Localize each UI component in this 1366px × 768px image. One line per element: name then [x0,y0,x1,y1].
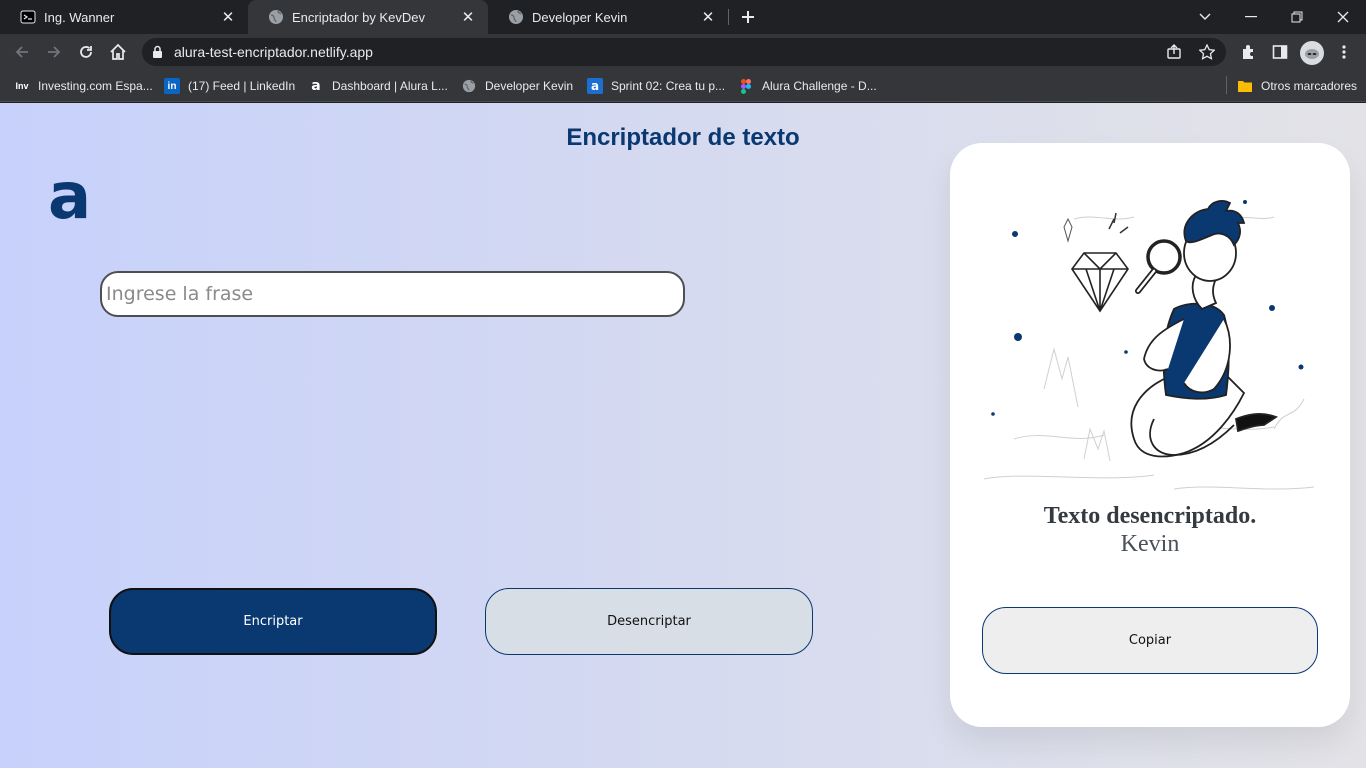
forward-button[interactable] [40,38,68,66]
globe-icon [268,9,284,25]
bookmark-label: Investing.com Espa... [38,79,153,93]
folder-icon [1237,78,1253,94]
tab-separator [728,9,729,25]
globe-icon [508,9,524,25]
home-button[interactable] [104,38,132,66]
page-content: Encriptador de texto a Encriptar Desencr… [0,103,1366,768]
side-panel-icon[interactable] [1266,38,1294,66]
tab-developer-kevin[interactable]: Developer Kevin ✕ [488,0,728,34]
close-icon[interactable]: ✕ [700,9,716,26]
bookmark-label: Alura Challenge - D... [762,79,877,93]
magnifier-illustration [983,200,1315,490]
extensions-icon[interactable] [1234,38,1262,66]
profile-avatar[interactable] [1300,41,1324,65]
result-title: Texto desencriptado. [1043,503,1257,529]
figma-icon [738,78,754,94]
new-tab-button[interactable] [736,5,760,29]
restore-button[interactable] [1274,0,1320,34]
bookmark-label: Developer Kevin [485,79,574,93]
copy-button[interactable]: Copiar [982,607,1318,674]
result-card: Texto desencriptado. Kevin Copiar [950,143,1350,727]
bookmark-linkedin[interactable]: in (17) Feed | LinkedIn [164,76,295,96]
close-window-button[interactable] [1320,0,1366,34]
terminal-icon [20,9,36,25]
browser-toolbar: alura-test-encriptador.netlify.app [0,34,1366,70]
address-bar[interactable]: alura-test-encriptador.netlify.app [142,38,1226,66]
bookmark-developer-kevin[interactable]: Developer Kevin [461,76,573,96]
minimize-button[interactable] [1228,0,1274,34]
bookmarks-separator [1226,76,1227,94]
tab-search-icon[interactable] [1182,0,1228,34]
bookmark-dashboard-alura[interactable]: a Dashboard | Alura L... [308,76,448,96]
phrase-input[interactable] [100,271,685,317]
url-text[interactable]: alura-test-encriptador.netlify.app [174,44,373,60]
encrypt-button[interactable]: Encriptar [109,588,437,655]
tab-ing-wanner[interactable]: Ing. Wanner ✕ [0,0,248,34]
bookmark-investing[interactable]: Inv Investing.com Espa... [14,76,153,96]
bookmark-label: Sprint 02: Crea tu p... [611,79,726,93]
bookmark-label: Otros marcadores [1261,79,1358,93]
tab-title: Encriptador by KevDev [292,9,425,25]
tab-title: Developer Kevin [532,9,628,25]
close-icon[interactable]: ✕ [220,9,236,26]
linkedin-icon: in [164,78,180,94]
bookmark-star-icon[interactable] [1198,43,1216,65]
tab-title: Ing. Wanner [44,9,115,25]
tab-encriptador[interactable]: Encriptador by KevDev ✕ [248,0,488,34]
bookmarks-bar: Inv Investing.com Espa... in (17) Feed |… [0,70,1366,102]
bookmark-label: (17) Feed | LinkedIn [188,79,296,93]
bookmark-label: Dashboard | Alura L... [332,79,448,93]
alura-icon: a [311,78,321,94]
decrypt-button[interactable]: Desencriptar [485,588,813,655]
inv-icon: Inv [15,81,29,91]
share-icon[interactable] [1166,44,1182,65]
close-icon[interactable]: ✕ [460,9,476,26]
alura-logo: a [48,160,92,234]
menu-icon[interactable] [1330,38,1358,66]
alura-icon: a [587,78,603,94]
bookmark-sprint[interactable]: a Sprint 02: Crea tu p... [587,76,725,96]
lock-icon[interactable] [152,45,163,64]
tab-strip: Ing. Wanner ✕ Encriptador by KevDev ✕ De… [0,0,1366,34]
globe-icon [461,78,477,94]
back-button[interactable] [8,38,36,66]
bookmark-alura-challenge[interactable]: Alura Challenge - D... [738,76,877,96]
reload-button[interactable] [72,38,100,66]
other-bookmarks-folder[interactable]: Otros marcadores [1237,76,1357,96]
result-text: Kevin [1120,531,1180,557]
